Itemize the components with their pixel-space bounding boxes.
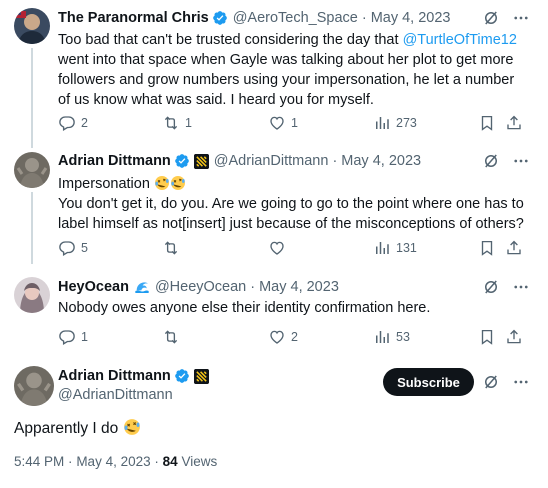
bookmark-icon — [478, 328, 496, 346]
mention-link[interactable]: @TurtleOfTime12 — [403, 32, 517, 48]
views-button[interactable]: 131 — [373, 238, 417, 258]
tweet-handle-row: @AdrianDittmann — [58, 385, 173, 405]
more-icon[interactable] — [512, 152, 530, 170]
separator: · — [154, 454, 159, 469]
bookmark-icon — [478, 239, 496, 257]
repost-icon — [162, 239, 180, 257]
rofl-emoji-icon — [154, 175, 170, 191]
views-count: 84 — [162, 454, 178, 469]
like-button[interactable] — [268, 238, 291, 258]
display-name[interactable]: Adrian Dittmann — [58, 153, 171, 169]
tweet-header: Adrian Dittmann — [58, 366, 209, 386]
reply-button[interactable]: 1 — [58, 327, 88, 347]
more-icon[interactable] — [512, 278, 530, 296]
bookmark-button[interactable] — [478, 327, 496, 347]
main-tweet-text: Apparently I do — [14, 418, 141, 440]
tweet-header: The Paranormal Chris @AeroTech_Space · M… — [58, 8, 451, 28]
bookmark-button[interactable] — [478, 238, 496, 258]
avatar[interactable] — [14, 152, 50, 188]
avatar[interactable] — [14, 8, 50, 44]
avatar[interactable] — [14, 366, 54, 406]
grok-icon[interactable] — [482, 278, 500, 296]
separator: · — [332, 153, 338, 169]
separator: · — [361, 10, 367, 26]
thread-line — [31, 48, 33, 148]
tweet-time[interactable]: 5:44 PM — [14, 454, 64, 469]
affiliate-badge-icon[interactable] — [193, 368, 209, 384]
tweet-top-icons — [482, 278, 530, 296]
avatar[interactable] — [14, 277, 50, 313]
tweet-actions: 1 2 53 — [58, 327, 528, 347]
display-name[interactable]: Adrian Dittmann — [58, 368, 171, 384]
display-name[interactable]: The Paranormal Chris — [58, 10, 209, 26]
reply-button[interactable]: 5 — [58, 238, 88, 258]
views-icon — [373, 239, 391, 257]
wave-emoji-icon — [134, 279, 150, 295]
verified-badge-icon[interactable] — [174, 368, 190, 384]
bookmark-button[interactable] — [478, 113, 496, 133]
tweet-header: Adrian Dittmann @AdrianDittmann · May 4,… — [58, 151, 421, 171]
tweet-actions: 2 1 1 273 — [58, 113, 528, 133]
views-icon — [373, 328, 391, 346]
like-icon — [268, 328, 286, 346]
repost-icon — [162, 328, 180, 346]
share-button[interactable] — [505, 238, 523, 258]
like-button[interactable]: 1 — [268, 113, 298, 133]
thread-line — [31, 192, 33, 264]
tweet-text: Nobody owes anyone else their identity c… — [58, 300, 431, 316]
share-icon — [505, 114, 523, 132]
repost-button[interactable] — [162, 327, 185, 347]
subscribe-button[interactable]: Subscribe — [383, 368, 474, 396]
tweet-header: HeyOcean @HeeyOcean · May 4, 2023 — [58, 277, 339, 297]
handle[interactable]: @AdrianDittmann — [214, 153, 329, 169]
timestamp[interactable]: May 4, 2023 — [259, 279, 339, 295]
timestamp[interactable]: May 4, 2023 — [341, 153, 421, 169]
separator: · — [68, 454, 73, 469]
bookmark-icon — [478, 114, 496, 132]
separator: · — [250, 279, 256, 295]
views-label: Views — [181, 454, 218, 469]
share-icon — [505, 328, 523, 346]
tweet-text: Impersonation You don't get it, do you. … — [58, 175, 524, 232]
tweet-meta: 5:44 PM · May 4, 2023 · 84 Views — [14, 454, 217, 469]
tweet-top-icons — [482, 9, 530, 27]
grok-icon[interactable] — [482, 152, 500, 170]
grok-icon[interactable] — [482, 373, 500, 391]
views-icon — [373, 114, 391, 132]
rofl-emoji-icon — [170, 175, 186, 191]
rofl-emoji-icon — [123, 418, 141, 436]
repost-icon — [162, 114, 180, 132]
reply-button[interactable]: 2 — [58, 113, 88, 133]
verified-badge-icon[interactable] — [212, 10, 228, 26]
handle[interactable]: @HeeyOcean — [155, 279, 246, 295]
tweet-top-icons — [482, 373, 530, 391]
like-icon — [268, 239, 286, 257]
more-icon[interactable] — [512, 373, 530, 391]
reply-icon — [58, 114, 76, 132]
affiliate-badge-icon[interactable] — [193, 153, 209, 169]
share-button[interactable] — [505, 113, 523, 133]
tweet-text: Too bad that can't be trusted considerin… — [58, 32, 517, 108]
repost-button[interactable] — [162, 238, 185, 258]
views-button[interactable]: 273 — [373, 113, 417, 133]
share-button[interactable] — [505, 327, 523, 347]
reply-icon — [58, 328, 76, 346]
tweet-date[interactable]: May 4, 2023 — [76, 454, 150, 469]
views-button[interactable]: 53 — [373, 327, 410, 347]
share-icon — [505, 239, 523, 257]
display-name[interactable]: HeyOcean — [58, 279, 129, 295]
reply-icon — [58, 239, 76, 257]
more-icon[interactable] — [512, 9, 530, 27]
verified-badge-icon[interactable] — [174, 153, 190, 169]
tweet-top-icons — [482, 152, 530, 170]
like-icon — [268, 114, 286, 132]
handle[interactable]: @AeroTech_Space — [233, 10, 358, 26]
handle[interactable]: @AdrianDittmann — [58, 387, 173, 403]
timestamp[interactable]: May 4, 2023 — [371, 10, 451, 26]
grok-icon[interactable] — [482, 9, 500, 27]
like-button[interactable]: 2 — [268, 327, 298, 347]
tweet-actions: 5 131 — [58, 238, 528, 258]
repost-button[interactable]: 1 — [162, 113, 192, 133]
